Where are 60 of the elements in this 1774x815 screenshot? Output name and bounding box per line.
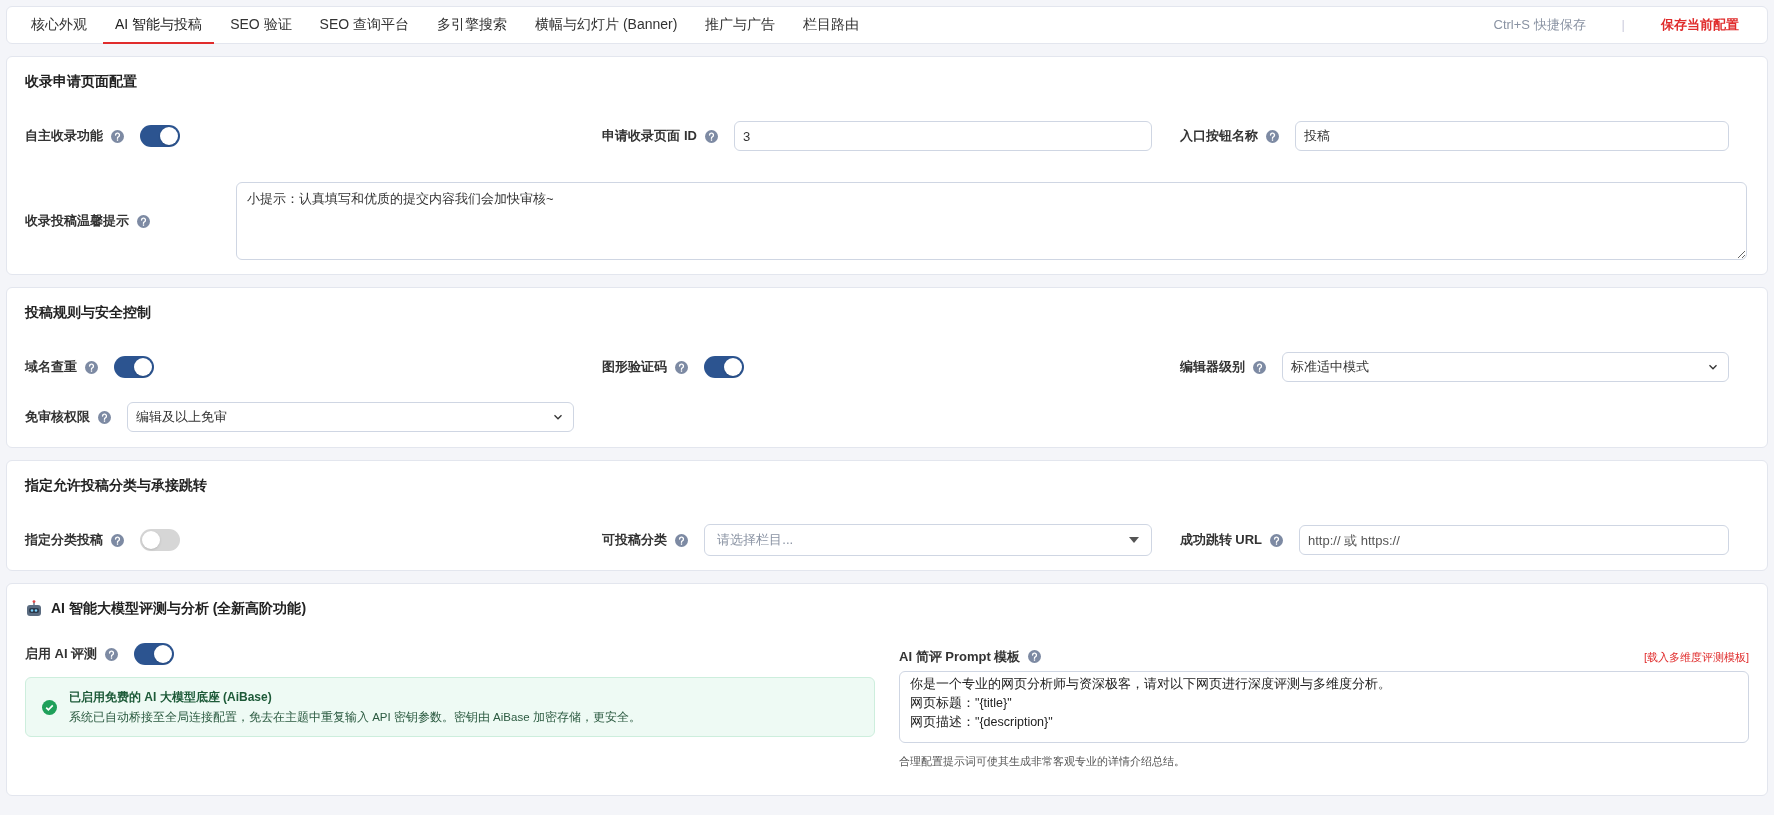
text-area[interactable]: 小提示：认真填写和优质的提交内容我们会加快审核~: [236, 182, 1747, 260]
help-icon: [111, 533, 124, 547]
field-label: 免审核权限: [25, 408, 90, 427]
help-icon: [1270, 533, 1283, 547]
caret-icon: [1128, 537, 1139, 543]
field-label: 指定分类投稿: [25, 531, 103, 550]
help-icon: [137, 214, 150, 228]
tab[interactable]: AI 智能与投稿: [103, 6, 215, 44]
template-link[interactable]: [载入多维度评测模板]: [1643, 648, 1749, 665]
tab[interactable]: 核心外观: [19, 6, 99, 44]
tab[interactable]: 栏目路由: [791, 6, 872, 44]
section-title: 投稿规则与安全控制: [25, 303, 152, 322]
field-label: 自主收录功能: [25, 127, 103, 146]
section-title: AI 智能大模型评测与分析 (全新高阶功能): [51, 599, 307, 618]
toggle-switch[interactable]: [140, 529, 180, 551]
section-title: 指定允许投稿分类与承接跳转: [25, 476, 208, 495]
text-field[interactable]: 投稿: [1294, 121, 1729, 151]
field-label: 入口按钮名称: [1179, 127, 1258, 146]
help-icon: [675, 360, 689, 374]
field-label: 收录投稿温馨提示: [25, 212, 129, 231]
toggle-switch[interactable]: [140, 125, 180, 147]
robot-icon: [25, 599, 43, 618]
prompt-text-area[interactable]: 你是一个专业的网页分析师与资深极客，请对以下网页进行深度评测与多维度分析。 网页标题："{title}" 网页描述："{description}": [899, 670, 1749, 743]
text-field[interactable]: http:// 或 https://: [1299, 525, 1729, 555]
help-icon: [1265, 129, 1279, 143]
help-icon: [111, 129, 124, 143]
toggle-switch[interactable]: [704, 356, 745, 378]
text-field[interactable]: 3: [733, 121, 1152, 151]
help-icon: [1252, 360, 1266, 374]
section-title: 收录申请页面配置: [25, 72, 138, 91]
shortcut-hint: Ctrl+S 快捷保存: [1493, 16, 1586, 35]
tab[interactable]: 推广与广告: [693, 6, 788, 44]
help-icon: [105, 647, 119, 661]
field-label: 启用 AI 评测: [25, 645, 98, 664]
help-icon: [98, 410, 111, 424]
field-label: 可投稿分类: [602, 531, 668, 550]
separator-text: |: [1621, 16, 1625, 35]
select-field[interactable]: 编辑及以上免审: [127, 402, 575, 432]
tab[interactable]: SEO 查询平台: [307, 6, 422, 44]
field-label: 成功跳转 URL: [1179, 531, 1262, 550]
save-button[interactable]: 保存当前配置: [1661, 15, 1739, 35]
notice-text: 系统已自动桥接至全局连接配置，免去在主题中重复输入 API 密钥参数。密钥由 AiBase 加密存储，更安全。: [69, 710, 641, 725]
help-icon: [1028, 650, 1042, 664]
tab[interactable]: 多引擎搜索: [425, 6, 520, 44]
field-label: 申请收录页面 ID: [602, 127, 697, 146]
check-circle-icon: [42, 699, 57, 715]
tab[interactable]: SEO 验证: [218, 6, 304, 44]
field-label: 编辑器级别: [1179, 358, 1245, 377]
toggle-switch[interactable]: [114, 356, 154, 378]
help-icon: [85, 360, 98, 374]
help-icon: [704, 129, 718, 143]
field-label: 图形验证码: [602, 358, 668, 377]
select-field[interactable]: 标准适中模式: [1281, 352, 1729, 382]
field-label: 域名查重: [25, 358, 77, 377]
help-icon: [675, 533, 689, 547]
notice-title: 已启用免费的 AI 大模型底座 (AiBase): [69, 689, 273, 706]
help-text: 合理配置提示词可使其生成非常客观专业的详情介绍总结。: [899, 753, 1186, 769]
toggle-switch[interactable]: [134, 643, 175, 665]
field-label: AI 简评 Prompt 模板: [899, 648, 1021, 666]
tab[interactable]: 横幅与幻灯片 (Banner): [523, 6, 690, 44]
